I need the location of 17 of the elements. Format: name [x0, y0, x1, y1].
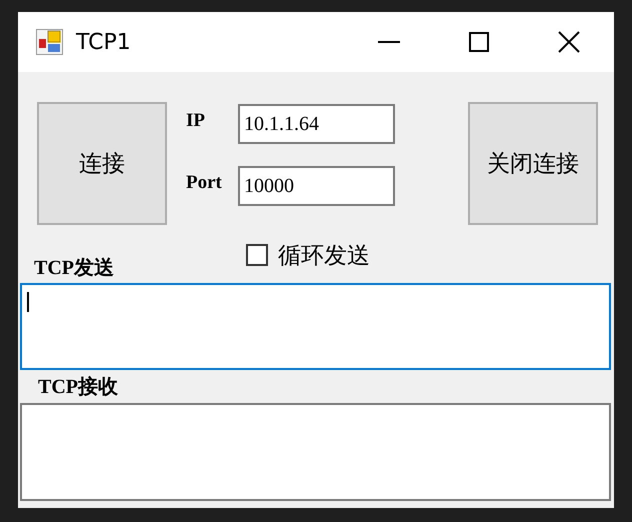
port-label: Port — [186, 171, 223, 194]
minimize-icon — [378, 41, 400, 43]
ip-field[interactable]: 10.1.1.64 — [238, 104, 395, 144]
port-field[interactable]: 10000 — [238, 166, 395, 206]
receive-field[interactable] — [20, 403, 611, 501]
send-label: TCP发送 — [34, 256, 114, 281]
close-icon — [558, 31, 580, 53]
disconnect-button[interactable]: 关闭连接 — [468, 102, 598, 225]
loop-send-label[interactable]: 循环发送 — [278, 240, 370, 270]
ip-label: IP — [186, 109, 206, 132]
window-title: TCP1 — [76, 30, 131, 54]
loop-send-checkbox[interactable] — [246, 244, 268, 266]
maximize-icon — [469, 32, 489, 52]
app-icon — [36, 29, 63, 55]
receive-label: TCP接收 — [38, 374, 119, 400]
connect-button[interactable]: 连接 — [37, 102, 167, 225]
send-field[interactable] — [20, 283, 611, 370]
